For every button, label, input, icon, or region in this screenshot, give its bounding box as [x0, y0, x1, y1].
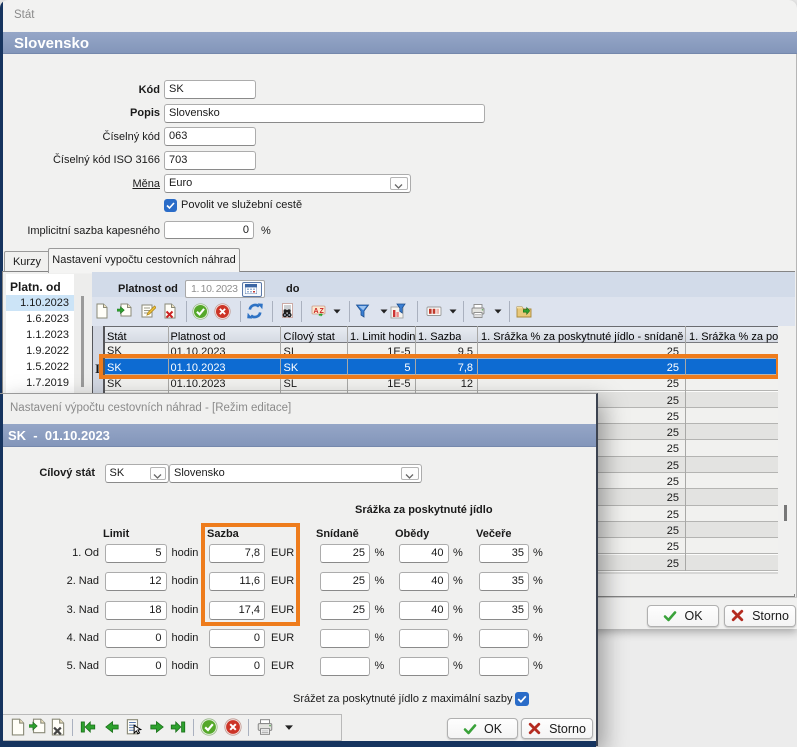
svg-text:Z: Z [320, 308, 325, 315]
svg-text:A: A [314, 308, 319, 315]
